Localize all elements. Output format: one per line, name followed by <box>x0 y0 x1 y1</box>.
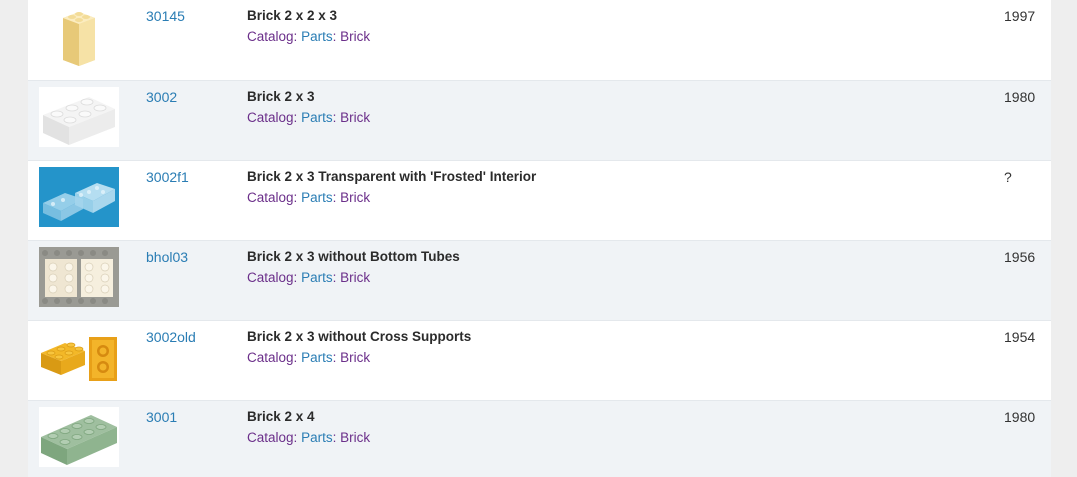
year-released: 1980 <box>1004 89 1036 105</box>
breadcrumb-parts-link[interactable]: Parts <box>301 270 333 285</box>
breadcrumb: Catalog: Parts: Brick <box>247 430 371 445</box>
list-item: 3002f1 Brick 2 x 3 Transparent with 'Fro… <box>28 160 1051 240</box>
list-item: bhol03 Brick 2 x 3 without Bottom Tubes … <box>28 240 1051 320</box>
list-item: 30145 Brick 2 x 2 x 3 Catalog: Parts: Br… <box>28 0 1051 80</box>
part-number-link[interactable]: bhol03 <box>146 249 188 265</box>
transparent-brick-icon[interactable] <box>39 167 119 227</box>
year-released: 1980 <box>1004 409 1036 425</box>
breadcrumb: Catalog: Parts: Brick <box>247 29 371 44</box>
breadcrumb-parts-link[interactable]: Parts <box>301 29 333 44</box>
search-results-list: 30145 Brick 2 x 2 x 3 Catalog: Parts: Br… <box>28 0 1051 477</box>
part-title: Brick 2 x 4 <box>247 409 315 424</box>
breadcrumb-catalog: Catalog <box>247 350 294 365</box>
breadcrumb-catalog: Catalog <box>247 270 294 285</box>
breadcrumb-parts-link[interactable]: Parts <box>301 190 333 205</box>
list-item: 3002 Brick 2 x 3 Catalog: Parts: Brick 1… <box>28 80 1051 160</box>
part-number-link[interactable]: 30145 <box>146 8 185 24</box>
breadcrumb-brick: Brick <box>340 430 371 445</box>
breadcrumb-brick: Brick <box>340 270 371 285</box>
part-number-link[interactable]: 3002old <box>146 329 196 345</box>
breadcrumb: Catalog: Parts: Brick <box>247 110 371 125</box>
breadcrumb-brick: Brick <box>340 29 371 44</box>
breadcrumb-catalog: Catalog <box>247 29 294 44</box>
part-title: Brick 2 x 3 without Bottom Tubes <box>247 249 460 264</box>
breadcrumb: Catalog: Parts: Brick <box>247 350 371 365</box>
breadcrumb-brick: Brick <box>340 110 371 125</box>
part-number-link[interactable]: 3002 <box>146 89 177 105</box>
year-released: 1954 <box>1004 329 1036 345</box>
part-title: Brick 2 x 2 x 3 <box>247 8 338 23</box>
part-title: Brick 2 x 3 <box>247 89 315 104</box>
breadcrumb-catalog: Catalog <box>247 430 294 445</box>
part-description: Brick 2 x 3 without Cross Supports Catal… <box>247 329 471 366</box>
breadcrumb-catalog: Catalog <box>247 190 294 205</box>
year-released: 1997 <box>1004 8 1036 24</box>
part-description: Brick 2 x 3 Catalog: Parts: Brick <box>247 89 370 126</box>
year-released: 1956 <box>1004 249 1036 265</box>
yellow-brick-icon[interactable] <box>39 327 119 387</box>
part-title: Brick 2 x 3 Transparent with 'Frosted' I… <box>247 169 537 184</box>
cream-brick-photo-icon[interactable] <box>39 247 119 307</box>
breadcrumb-parts-link[interactable]: Parts <box>301 430 333 445</box>
sand-green-brick-2x4-icon[interactable] <box>39 407 119 467</box>
part-description: Brick 2 x 4 Catalog: Parts: Brick <box>247 409 370 446</box>
tan-brick-2x2x3-icon[interactable] <box>39 6 119 66</box>
breadcrumb-brick: Brick <box>340 190 371 205</box>
list-item: 3002old Brick 2 x 3 without Cross Suppor… <box>28 320 1051 400</box>
breadcrumb: Catalog: Parts: Brick <box>247 270 371 285</box>
breadcrumb-brick: Brick <box>340 350 371 365</box>
white-brick-2x3-icon[interactable] <box>39 87 119 147</box>
part-title: Brick 2 x 3 without Cross Supports <box>247 329 472 344</box>
part-number-link[interactable]: 3001 <box>146 409 177 425</box>
part-description: Brick 2 x 3 without Bottom Tubes Catalog… <box>247 249 460 286</box>
breadcrumb-catalog: Catalog <box>247 110 294 125</box>
part-description: Brick 2 x 2 x 3 Catalog: Parts: Brick <box>247 8 370 45</box>
breadcrumb: Catalog: Parts: Brick <box>247 190 371 205</box>
breadcrumb-parts-link[interactable]: Parts <box>301 110 333 125</box>
year-released: ? <box>1004 169 1012 185</box>
part-number-link[interactable]: 3002f1 <box>146 169 189 185</box>
breadcrumb-parts-link[interactable]: Parts <box>301 350 333 365</box>
list-item: 3001 Brick 2 x 4 Catalog: Parts: Brick 1… <box>28 400 1051 477</box>
part-description: Brick 2 x 3 Transparent with 'Frosted' I… <box>247 169 536 206</box>
